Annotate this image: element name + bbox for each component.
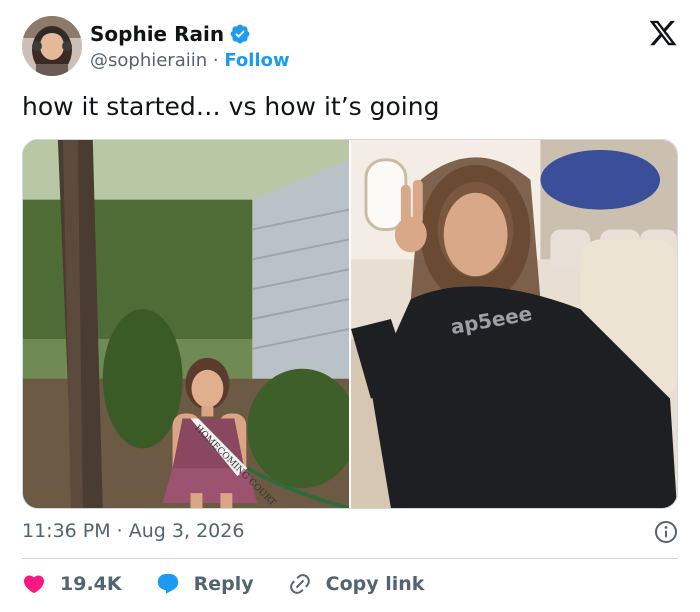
- copy-link-button[interactable]: Copy link: [288, 572, 425, 596]
- handle[interactable]: @sophieraiin: [90, 50, 207, 71]
- tweet-timestamp[interactable]: 11:36 PM · Aug 3, 2026: [22, 520, 244, 542]
- like-button[interactable]: 19.4K: [22, 572, 122, 596]
- reply-bubble-icon: [157, 574, 178, 594]
- display-name[interactable]: Sophie Rain: [90, 22, 224, 46]
- tweet-text: how it started… vs how it’s going: [22, 92, 440, 121]
- info-icon[interactable]: [654, 520, 678, 544]
- name-row: Sophie Rain: [90, 22, 251, 46]
- action-bar: 19.4K Reply Copy link: [22, 568, 458, 600]
- avatar[interactable]: [22, 16, 82, 76]
- tweet-header: Sophie Rain @sophieraiin · Follow: [22, 16, 678, 78]
- reply-button[interactable]: Reply: [156, 572, 254, 596]
- copy-link-label: Copy link: [325, 573, 425, 595]
- handle-row: @sophieraiin · Follow: [90, 50, 290, 71]
- heart-icon: [23, 575, 45, 594]
- like-count: 19.4K: [60, 573, 122, 595]
- link-icon: [289, 574, 310, 594]
- divider: [22, 558, 678, 559]
- photo-homecoming[interactable]: HOMECOMING COURT: [23, 140, 349, 508]
- reply-label: Reply: [193, 573, 254, 595]
- x-logo-icon[interactable]: [648, 18, 678, 48]
- verified-badge-icon: [229, 23, 251, 45]
- media-grid: HOMECOMING COURT ap5eee: [22, 139, 678, 509]
- handle-separator: ·: [207, 50, 225, 71]
- tweet-card: Sophie Rain @sophieraiin · Follow how it…: [0, 0, 700, 612]
- follow-button[interactable]: Follow: [224, 50, 289, 71]
- photo-private-jet[interactable]: ap5eee: [351, 140, 677, 508]
